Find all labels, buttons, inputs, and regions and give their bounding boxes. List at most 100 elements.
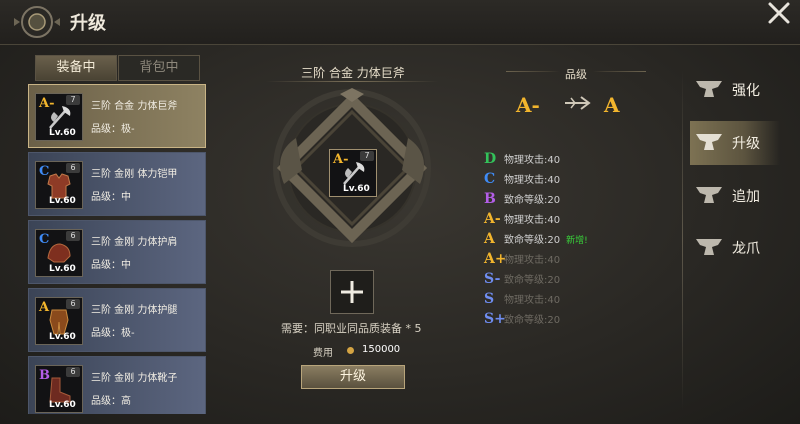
item-name: 三阶 合金 力体巨斧 [91,101,178,112]
nav-label: 龙爪 [732,241,760,257]
stat-grade: S- [484,271,501,287]
stat-row: S- 致命等级:20 [484,271,560,289]
grade-label: A- [39,96,55,111]
stat-text: 物理攻击:40 [504,295,561,306]
stat-grade: D [484,151,497,167]
stat-grade: S [484,291,495,307]
nav-enhance[interactable]: 强化 [690,68,780,112]
item-thumbnail: C 6 Lv.60 [35,229,83,277]
nav-dragon-claw[interactable]: 龙爪 [690,226,780,270]
level-label: Lv.60 [49,400,76,410]
anvil-icon [696,187,722,203]
grade-label: A [39,300,50,315]
stat-row: A- 物理攻击:40 [484,211,560,229]
upgrade-window: 升级 装备中 背包中 A- 7 Lv.60 三阶 合金 力体巨斧 品级：极- C… [0,0,800,424]
equipment-item[interactable]: C 6 Lv.60 三阶 金刚 力体护肩 品级：中 [28,220,206,284]
tab-backpack[interactable]: 背包中 [118,55,200,81]
stat-row: S+致命等级:20 [484,311,560,329]
anvil-icon [696,81,722,97]
item-name: 三阶 金刚 力体护肩 [91,237,178,248]
item-name: 三阶 金刚 力体护腿 [91,305,178,316]
equipment-item[interactable]: A 6 Lv.60 三阶 金刚 力体护腿 品级：极- [28,288,206,352]
item-name: 三阶 金刚 力体靴子 [91,373,178,384]
stat-row: S 物理攻击:40 [484,291,560,309]
stat-text: 物理攻击:40 [504,255,561,266]
tab-equipped[interactable]: 装备中 [35,55,117,81]
emblem-icon [14,6,60,38]
stat-text: 物理攻击:40 [504,175,561,186]
title-bar: 升级 [0,0,800,45]
divider [682,70,683,410]
stat-row: A+物理攻击:40 [484,251,560,269]
level-label: Lv.60 [49,196,76,206]
stat-row: D 物理攻击:40 [484,151,560,169]
count-badge: 6 [66,231,80,241]
selected-item-slot[interactable]: A- 7 Lv.60 [329,149,377,197]
stats-title: 品级 [565,68,587,81]
nav-label: 强化 [732,83,760,99]
item-name: 三阶 金刚 体力铠甲 [91,169,178,180]
count-badge: 6 [66,299,80,309]
upgrade-button[interactable]: 升级 [301,365,405,389]
grade-label: C [39,164,50,179]
plus-icon [341,281,363,303]
item-thumbnail: C 6 Lv.60 [35,161,83,209]
stat-text: 致命等级:20 [504,275,561,286]
item-thumbnail: B 6 Lv.60 [35,365,83,413]
equipment-item[interactable]: C 6 Lv.60 三阶 金刚 体力铠甲 品级：中 [28,152,206,216]
anvil-icon [696,239,722,255]
window-title: 升级 [70,13,106,34]
stat-grade: S+ [484,311,506,327]
next-grade: A [604,93,620,117]
requirement-text: 需要：同职业同品质装备 * 5 [281,322,422,335]
stat-row: B 致命等级:20 [484,191,560,209]
item-quality: 品级：极- [91,328,135,339]
nav-label: 升级 [732,136,760,152]
count-badge: 7 [360,151,374,161]
new-badge: 新增! [566,236,588,246]
anvil-icon [696,134,722,150]
cost-value: 150000 [362,344,401,355]
stat-text: 物理攻击:40 [504,215,561,226]
count-badge: 6 [66,163,80,173]
grade-label: C [39,232,50,247]
item-thumbnail: A 6 Lv.60 [35,297,83,345]
add-material-button[interactable] [330,270,374,314]
equipment-item[interactable]: B 6 Lv.60 三阶 金刚 力体靴子 品级：高 [28,356,206,414]
nav-append[interactable]: 追加 [690,174,780,218]
stat-grade: A- [484,211,501,227]
level-label: Lv.60 [49,332,76,342]
item-quality: 品级：极- [91,124,135,135]
cost-label: 费用 [313,348,333,359]
equipment-item[interactable]: A- 7 Lv.60 三阶 合金 力体巨斧 品级：极- [28,84,206,148]
level-label: Lv.60 [49,128,76,138]
level-label: Lv.60 [49,264,76,274]
item-quality: 品级：中 [91,260,131,271]
level-label: Lv.60 [343,184,370,194]
stat-text: 致命等级:20 [504,235,561,246]
stat-text: 致命等级:20 [504,195,561,206]
divider [266,81,438,82]
count-badge: 7 [66,95,80,105]
item-quality: 品级：中 [91,192,131,203]
arrow-right-icon [565,96,591,110]
stat-row: C 物理攻击:40 [484,171,560,189]
stat-grade: B [484,191,496,207]
item-quality: 品级：高 [91,396,131,407]
current-grade: A- [516,93,540,117]
stat-grade: A [484,231,495,247]
stat-grade: A+ [484,251,507,267]
nav-label: 追加 [732,189,760,205]
grade-label: B [39,368,50,383]
stat-text: 致命等级:20 [504,315,561,326]
count-badge: 6 [66,367,80,377]
stat-row: A 致命等级:20 新增! [484,231,588,249]
selected-item-name: 三阶 合金 力体巨斧 [301,66,405,80]
grade-label: A- [333,152,349,167]
stat-text: 物理攻击:40 [504,155,561,166]
nav-upgrade[interactable]: 升级 [690,121,780,165]
equipment-list: A- 7 Lv.60 三阶 合金 力体巨斧 品级：极- C 6 Lv.60 三阶… [28,84,206,414]
item-thumbnail: A- 7 Lv.60 [35,93,83,141]
close-icon[interactable] [764,0,794,28]
coin-icon [347,347,354,354]
